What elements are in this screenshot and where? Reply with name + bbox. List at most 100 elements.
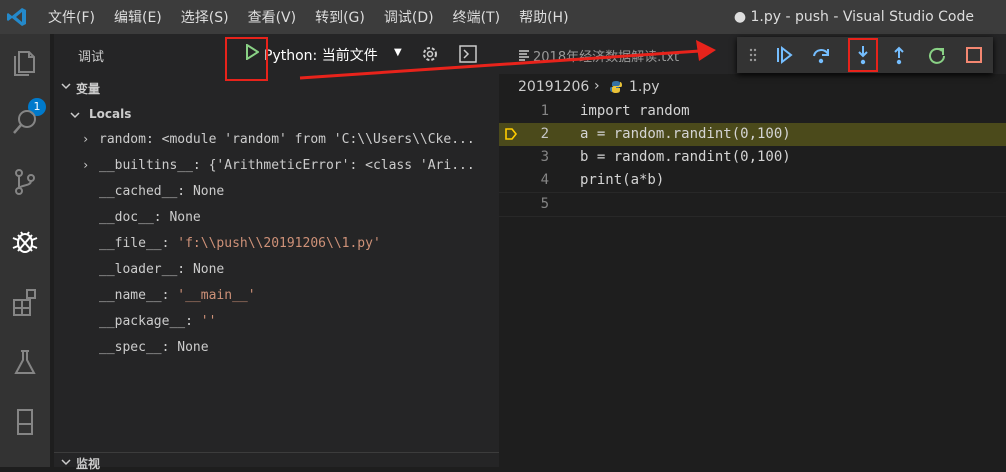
variable-row[interactable]: __file__: 'f:\\push\\20191206\\1.py' — [54, 231, 499, 257]
remote-explorer-icon[interactable] — [9, 406, 41, 438]
variable-text: __package__: '' — [99, 314, 216, 329]
menu-edit[interactable]: 编辑(E) — [114, 7, 162, 27]
variable-name: __cached__ — [99, 184, 178, 199]
menu-go[interactable]: 转到(G) — [315, 7, 365, 27]
line-number: 2 — [540, 126, 549, 142]
chevron-right-icon[interactable]: › — [82, 158, 89, 172]
variable-row[interactable]: __spec__: None — [54, 335, 499, 361]
step-over-icon[interactable] — [810, 44, 832, 66]
variable-name: random — [99, 132, 146, 147]
variable-row[interactable]: __name__: '__main__' — [54, 283, 499, 309]
variable-text: __spec__: None — [99, 340, 209, 355]
code-line[interactable]: 2 a = random.randint(0,100) — [499, 123, 1006, 146]
chevron-down-icon[interactable]: ▼ — [394, 47, 402, 58]
code-text: b = random.randint(0,100) — [580, 149, 791, 165]
title-bar: 文件(F) 编辑(E) 选择(S) 查看(V) 转到(G) 调试(D) 终端(T… — [0, 0, 1006, 34]
variable-name: __spec__ — [99, 340, 162, 355]
extensions-icon[interactable] — [9, 286, 41, 318]
variable-value: None — [177, 340, 209, 355]
variable-text: random: <module 'random' from 'C:\\Users… — [99, 132, 475, 147]
code-line[interactable]: 3 b = random.randint(0,100) — [499, 146, 1006, 169]
variable-row[interactable]: › __builtins__: {'ArithmeticError': <clas… — [54, 153, 499, 179]
explorer-icon[interactable] — [9, 46, 41, 78]
variable-row[interactable]: __cached__: None — [54, 179, 499, 205]
variable-name: __file__ — [99, 236, 162, 251]
tab-bar: 2018年经济数据解读.txt — [499, 34, 1006, 74]
chevron-down-icon — [61, 459, 71, 466]
step-into-icon[interactable] — [852, 44, 874, 66]
variable-text: __doc__: None — [99, 210, 201, 225]
step-out-icon[interactable] — [888, 44, 910, 66]
debug-toolbar — [737, 37, 993, 73]
menu-terminal[interactable]: 终端(T) — [453, 7, 500, 27]
variable-separator: : — [161, 340, 178, 355]
code-line[interactable]: 4 print(a*b) — [499, 169, 1006, 192]
line-number: 5 — [540, 196, 549, 212]
window-title: ● 1.py - push - Visual Studio Code — [733, 9, 974, 25]
line-number: 4 — [540, 172, 549, 188]
python-file-icon — [610, 81, 622, 93]
current-line-arrow-icon — [505, 128, 518, 140]
variable-text: __builtins__: {'ArithmeticError': <class… — [99, 158, 475, 173]
breadcrumb-folder[interactable]: 20191206 — [518, 79, 589, 95]
variable-separator: : — [161, 288, 178, 303]
variable-value: None — [192, 184, 225, 199]
breadcrumb-separator-icon: › — [594, 78, 600, 94]
menu-view[interactable]: 查看(V) — [248, 7, 297, 27]
variable-value: '__main__' — [177, 288, 256, 303]
line-number: 3 — [540, 149, 549, 165]
line-number: 1 — [540, 103, 549, 119]
editor-area: 2018年经济数据解读.txt 20191206 › 1.py 1 import… — [499, 34, 1006, 467]
source-control-icon[interactable] — [9, 166, 41, 198]
start-debugging-highlight — [225, 37, 268, 81]
variable-separator: : — [177, 184, 193, 199]
gear-icon[interactable] — [420, 44, 440, 64]
locals-label: Locals — [89, 107, 132, 121]
tab-text-file[interactable]: 2018年经济数据解读.txt — [533, 46, 679, 65]
continue-icon[interactable] — [773, 44, 795, 66]
variable-separator: : — [192, 158, 209, 173]
variable-row[interactable]: __package__: '' — [54, 309, 499, 335]
variable-row[interactable]: › random: <module 'random' from 'C:\\User… — [54, 127, 499, 153]
variable-separator: : — [153, 210, 170, 225]
variable-row[interactable]: __loader__: None — [54, 257, 499, 283]
breadcrumb-file[interactable]: 1.py — [629, 79, 660, 95]
chevron-right-icon[interactable]: › — [82, 132, 89, 146]
activity-bar: 1 — [0, 34, 50, 467]
variable-value: '' — [200, 314, 217, 329]
variable-name: __name__ — [99, 288, 162, 303]
vscode-logo-icon — [7, 8, 26, 26]
stop-icon[interactable] — [963, 44, 985, 66]
variable-text: __name__: '__main__' — [99, 288, 256, 303]
variable-row[interactable]: __doc__: None — [54, 205, 499, 231]
menu-file[interactable]: 文件(F) — [48, 7, 95, 27]
variables-label: 变量 — [76, 82, 101, 96]
watch-label: 监视 — [76, 457, 101, 471]
variable-value: None — [192, 262, 225, 277]
menu-help[interactable]: 帮助(H) — [519, 7, 568, 27]
debug-config-select[interactable]: Python: 当前文件 — [264, 45, 378, 65]
watch-section-header[interactable]: 监视 — [54, 452, 499, 471]
menu-debug[interactable]: 调试(D) — [384, 7, 434, 27]
debug-console-icon[interactable] — [458, 44, 478, 64]
code-text: import random — [580, 103, 690, 119]
variable-text: __loader__: None — [99, 262, 224, 277]
debug-sidebar: 调试 Python: 当前文件 ▼ 变量 Locals › random: <mo… — [54, 34, 499, 471]
menu-selection[interactable]: 选择(S) — [181, 7, 229, 27]
search-icon[interactable] — [9, 106, 41, 138]
code-line[interactable]: 1 import random — [499, 100, 1006, 123]
variables-section-header[interactable]: 变量 — [54, 76, 499, 100]
drag-handle-icon[interactable] — [749, 48, 757, 62]
restart-icon[interactable] — [926, 44, 948, 66]
menu-bar: 文件(F) 编辑(E) 选择(S) 查看(V) 转到(G) 调试(D) 终端(T… — [48, 0, 588, 34]
variable-separator: : — [161, 236, 178, 251]
variable-value: <module 'random' from 'C:\\Users\\Cke... — [161, 132, 475, 147]
text-file-icon — [519, 50, 529, 61]
testing-flask-icon[interactable] — [9, 346, 41, 378]
variable-text: __cached__: None — [99, 184, 224, 199]
locals-scope[interactable]: Locals — [54, 104, 499, 126]
variable-value: None — [169, 210, 201, 225]
code-line[interactable]: 5 — [499, 192, 1006, 217]
debug-icon[interactable] — [9, 226, 41, 258]
debug-title: 调试 — [78, 50, 105, 65]
